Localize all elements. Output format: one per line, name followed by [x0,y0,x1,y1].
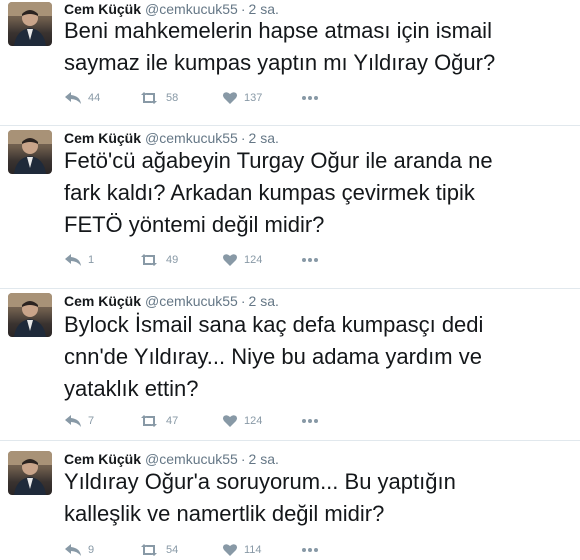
retweet-button[interactable]: 47 [138,411,178,431]
more-dots-icon [302,419,318,423]
tweet-text-line: yataklık ettin? [64,376,199,401]
avatar[interactable] [8,130,52,174]
separator-dot: · [240,451,246,467]
like-count: 124 [244,415,263,427]
heart-icon [223,415,237,427]
reply-count: 9 [88,544,95,556]
reply-icon [65,415,81,427]
avatar[interactable] [8,293,52,337]
avatar[interactable] [8,451,52,495]
more-button[interactable] [301,88,319,108]
retweet-icon [141,544,157,556]
retweet-button[interactable]: 54 [138,540,178,560]
tweet-actions: 7 47 124 [64,411,564,431]
reply-button[interactable]: 9 [64,540,94,560]
retweet-icon [141,254,157,266]
like-button[interactable]: 137 [222,88,262,108]
tweet-text-line: cnn'de Yıldıray... Niye bu adama yardım … [64,344,482,369]
tweet-text-line: Yıldıray Oğur'a soruyorum... Bu yaptığın [64,469,456,494]
heart-icon [223,254,237,266]
tweet-text: Yıldıray Oğur'a soruyorum... Bu yaptığın… [64,466,564,530]
tweet-text: Bylock İsmail sana kaç defa kumpasçı ded… [64,309,564,405]
tweet-time[interactable]: 2 sa. [249,293,279,309]
author-name[interactable]: Cem Küçük [64,293,141,309]
author-handle[interactable]: @cemkucuk55 [145,293,238,309]
tweet-actions: 1 49 124 [64,250,564,270]
more-button[interactable] [301,250,319,270]
tweet-header: Cem Küçük @cemkucuk55 · 2 sa. [64,292,279,310]
reply-icon [65,544,81,556]
author-name[interactable]: Cem Küçük [64,451,141,467]
author-name[interactable]: Cem Küçük [64,130,141,146]
retweet-button[interactable]: 58 [138,88,178,108]
reply-count: 44 [88,92,101,104]
retweet-count: 47 [166,415,179,427]
tweet-text-line: fark kaldı? Arkadan kumpas çevirmek tipi… [64,180,475,205]
separator-dot: · [240,293,246,309]
separator-dot: · [240,130,246,146]
like-count: 114 [244,544,262,556]
reply-count: 7 [88,415,95,427]
tweet-text-line: kalleşlik ve namertlik değil midir? [64,501,385,526]
tweet-actions: 9 54 114 [64,540,564,560]
like-button[interactable]: 114 [222,540,262,560]
tweet-text-line: FETÖ yöntemi değil midir? [64,212,325,237]
like-button[interactable]: 124 [222,250,262,270]
reply-icon [65,92,81,104]
retweet-count: 49 [166,254,179,266]
tweet-text: Beni mahkemelerin hapse atması için isma… [64,15,564,79]
reply-count: 1 [88,254,95,266]
retweet-count: 58 [166,92,179,104]
more-dots-icon [302,258,318,262]
heart-icon [223,544,237,556]
retweet-icon [141,92,157,104]
tweet-time[interactable]: 2 sa. [249,451,279,467]
reply-icon [65,254,81,266]
tweet[interactable]: Cem Küçük @cemkucuk55 · 2 sa. Fetö'cü ağabe… [0,126,580,289]
reply-button[interactable]: 7 [64,411,94,431]
retweet-icon [141,415,157,427]
reply-button[interactable]: 44 [64,88,100,108]
author-handle[interactable]: @cemkucuk55 [145,130,238,146]
tweet-text-line: Bylock İsmail sana kaç defa kumpasçı ded… [64,312,484,337]
more-dots-icon [302,96,318,100]
tweet-text-line: Fetö'cü ağabeyin Turgay Oğur ile aranda … [64,148,493,173]
more-dots-icon [302,548,318,552]
tweet[interactable]: Cem Küçük @cemkucuk55 · 2 sa. Yıldıray Oğur… [0,441,580,557]
retweet-button[interactable]: 49 [138,250,178,270]
tweet-text: Fetö'cü ağabeyin Turgay Oğur ile aranda … [64,145,564,241]
tweet-timeline: Cem Küçük @cemkucuk55 · 2 sa. Beni mahkemel… [0,0,580,557]
tweet-time[interactable]: 2 sa. [249,130,279,146]
retweet-count: 54 [166,544,179,556]
reply-button[interactable]: 1 [64,250,94,270]
like-count: 137 [244,92,263,104]
heart-icon [223,92,237,104]
tweet-actions: 44 58 137 [64,88,564,108]
tweet[interactable]: Cem Küçük @cemkucuk55 · 2 sa. Beni mahkemel… [0,0,580,126]
tweet-text-line: saymaz ile kumpas yaptın mı Yıldıray Oğu… [64,50,496,75]
tweet[interactable]: Cem Küçük @cemkucuk55 · 2 sa. Bylock İsmail… [0,289,580,441]
author-handle[interactable]: @cemkucuk55 [145,451,238,467]
like-count: 124 [244,254,263,266]
avatar[interactable] [8,2,52,46]
like-button[interactable]: 124 [222,411,262,431]
more-button[interactable] [301,540,319,560]
tweet-text-line: Beni mahkemelerin hapse atması için isma… [64,18,492,43]
more-button[interactable] [301,411,319,431]
